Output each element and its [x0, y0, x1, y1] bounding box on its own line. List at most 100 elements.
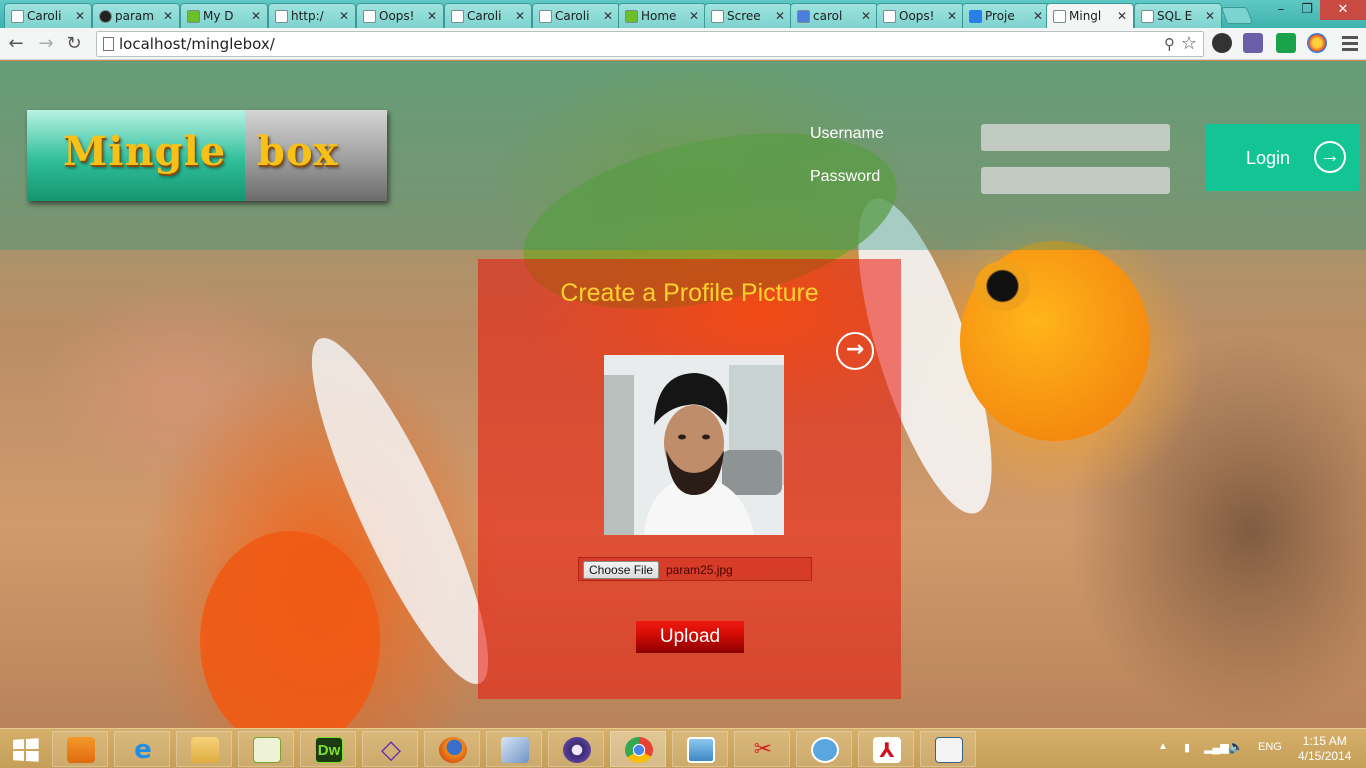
close-icon[interactable]: ✕: [515, 9, 525, 23]
tab-active[interactable]: Mingl ✕: [1046, 3, 1134, 29]
tab-4[interactable]: http:/ ✕: [268, 3, 356, 28]
green-extension-icon[interactable]: [1276, 33, 1296, 53]
show-hidden-icons-icon[interactable]: ▲: [1158, 741, 1168, 752]
upload-button[interactable]: Upload: [636, 621, 744, 653]
bookmark-star-icon[interactable]: ☆: [1181, 33, 1197, 54]
taskbar-snipping-tool[interactable]: ✂: [734, 731, 790, 767]
taskbar-photos[interactable]: [672, 731, 728, 767]
close-icon[interactable]: ✕: [861, 9, 871, 23]
chart-icon: [187, 10, 200, 23]
minimize-icon[interactable]: –: [1268, 0, 1294, 20]
document-icon: [935, 737, 963, 763]
close-icon[interactable]: ✕: [603, 9, 613, 23]
search-icon[interactable]: ⚲: [1164, 35, 1175, 53]
close-icon[interactable]: ✕: [775, 9, 785, 23]
browser-toolbar: ← → ↻ ⚲ ☆: [0, 28, 1366, 60]
taskbar-firefox[interactable]: [424, 731, 480, 767]
tab-1[interactable]: Caroli ✕: [4, 3, 92, 28]
choose-file-button[interactable]: Choose File: [583, 561, 660, 579]
gray-extension-icon[interactable]: [1212, 33, 1232, 53]
close-icon[interactable]: ✕: [1205, 9, 1215, 23]
clock-date: 4/15/2014: [1298, 749, 1352, 763]
language-indicator[interactable]: ENG: [1258, 741, 1282, 753]
login-button[interactable]: Login →: [1206, 124, 1359, 191]
close-icon[interactable]: ✕: [947, 9, 957, 23]
tab-14[interactable]: SQL E ✕: [1134, 3, 1222, 28]
taskbar-chrome[interactable]: [610, 731, 666, 767]
tab-strip: Caroli ✕ param ✕ My D ✕ http:/ ✕ Oops! ✕ Caro…: [0, 0, 1366, 29]
reload-icon[interactable]: ↻: [62, 32, 86, 56]
profile-picture-panel: Create a Profile Picture → Choose File p…: [478, 259, 901, 699]
tab-6[interactable]: Caroli ✕: [444, 3, 532, 28]
close-icon[interactable]: ✕: [339, 9, 349, 23]
tab-label: Proje: [985, 9, 1015, 23]
volume-icon[interactable]: 🔈: [1228, 739, 1244, 755]
background-fish-fin: [200, 531, 380, 728]
close-icon[interactable]: ✕: [163, 9, 173, 23]
close-icon[interactable]: ✕: [75, 9, 85, 23]
taskbar-visual-studio[interactable]: ◇: [362, 731, 418, 767]
close-icon[interactable]: ✕: [689, 9, 699, 23]
url-input[interactable]: [119, 34, 1149, 54]
panel-title: Create a Profile Picture: [560, 279, 819, 307]
tab-10[interactable]: carol ✕: [790, 3, 878, 28]
close-icon[interactable]: ✕: [427, 9, 437, 23]
page-icon: [883, 10, 896, 23]
close-icon[interactable]: ✕: [1117, 9, 1127, 23]
forward-icon[interactable]: →: [34, 32, 58, 56]
close-icon[interactable]: ✕: [251, 9, 261, 23]
taskbar-media-player[interactable]: [52, 731, 108, 767]
taskbar-putty[interactable]: [796, 731, 852, 767]
close-icon[interactable]: ✕: [1033, 9, 1043, 23]
address-bar[interactable]: ⚲ ☆: [96, 31, 1204, 57]
page-icon: [451, 10, 464, 23]
clock[interactable]: 1:15 AM 4/15/2014: [1298, 734, 1351, 764]
password-label: Password: [810, 168, 881, 185]
notepad-plus-icon: [253, 737, 281, 763]
taskbar-document[interactable]: [920, 731, 976, 767]
username-input[interactable]: [981, 124, 1170, 151]
internet-explorer-icon: e: [134, 735, 152, 765]
tab-7[interactable]: Caroli ✕: [532, 3, 620, 28]
taskbar-notepad-plus[interactable]: [238, 731, 294, 767]
taskbar-eclipse[interactable]: [548, 731, 604, 767]
new-tab-button[interactable]: [1220, 7, 1254, 24]
profile-photo-image: [604, 355, 784, 535]
color-extension-icon[interactable]: [1307, 33, 1327, 53]
logo-text-box: box: [257, 128, 339, 175]
taskbar-internet-explorer[interactable]: e: [114, 731, 170, 767]
tab-9[interactable]: Scree ✕: [704, 3, 792, 28]
tab-label: Caroli: [555, 9, 590, 23]
password-input[interactable]: [981, 167, 1170, 194]
taskbar-adobe-reader[interactable]: ⅄: [858, 731, 914, 767]
tab-3[interactable]: My D ✕: [180, 3, 268, 28]
taskbar-file-explorer[interactable]: [176, 731, 232, 767]
file-explorer-icon: [191, 737, 219, 763]
network-signal-icon[interactable]: ▂▄▆: [1204, 741, 1229, 754]
restore-icon[interactable]: ❐: [1294, 0, 1320, 20]
snipping-tool-icon: ✂: [753, 737, 773, 762]
tab-8[interactable]: Home ✕: [618, 3, 706, 28]
tab-label: carol: [813, 9, 843, 23]
logo: Mingle box: [27, 110, 387, 201]
back-icon[interactable]: ←: [4, 32, 28, 56]
tab-2[interactable]: param ✕: [92, 3, 180, 28]
php-icon[interactable]: [1243, 33, 1263, 53]
tab-12[interactable]: Proje ✕: [962, 3, 1050, 28]
taskbar-virtualbox[interactable]: [486, 731, 542, 767]
battery-icon[interactable]: ▮: [1184, 741, 1190, 754]
tab-11[interactable]: Oops! ✕: [876, 3, 964, 28]
menu-icon[interactable]: [1342, 36, 1358, 54]
selected-file-name: param25.jpg: [666, 563, 733, 577]
chrome-icon: [625, 737, 653, 763]
dreamweaver-icon: Dw: [315, 737, 343, 763]
close-window-icon[interactable]: ✕: [1320, 0, 1366, 20]
taskbar-dreamweaver[interactable]: Dw: [300, 731, 356, 767]
putty-icon: [811, 737, 839, 763]
page-content: Mingle box Username Password Login → Cre…: [0, 61, 1366, 728]
next-arrow-icon[interactable]: →: [836, 332, 874, 370]
file-input[interactable]: Choose File param25.jpg: [578, 557, 812, 581]
username-label: Username: [810, 125, 884, 142]
windows-start-icon[interactable]: [13, 738, 39, 762]
tab-5[interactable]: Oops! ✕: [356, 3, 444, 28]
